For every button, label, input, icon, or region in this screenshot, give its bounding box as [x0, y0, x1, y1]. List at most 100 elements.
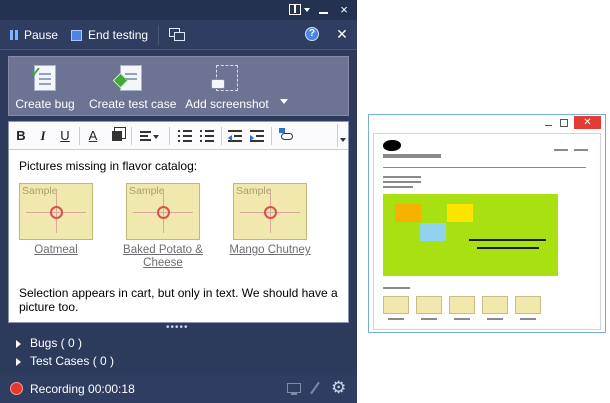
- hyperlink-button[interactable]: [279, 127, 295, 145]
- switch-windows-button[interactable]: [169, 25, 187, 45]
- hero-banner: [383, 194, 558, 276]
- decrease-indent-button[interactable]: [227, 127, 243, 145]
- expand-arrow-icon: [16, 340, 21, 348]
- notes-editor[interactable]: B I U A Pictures missing in flavor catal…: [8, 121, 349, 323]
- flavor-link-baked-potato[interactable]: Baked Potato & Cheese: [108, 244, 218, 270]
- numbered-list-button[interactable]: [199, 127, 215, 145]
- align-left-icon: [140, 131, 151, 143]
- placeholder-line: [383, 287, 410, 289]
- recording-indicator-icon: [10, 382, 23, 395]
- indent-icon: [250, 130, 264, 145]
- bugs-section-toggle[interactable]: Bugs ( 0 ): [16, 336, 82, 350]
- monitor-icon[interactable]: [287, 383, 301, 395]
- underline-button[interactable]: U: [57, 127, 73, 145]
- bug-report-icon: ✓: [30, 64, 56, 91]
- flavor-link-oatmeal[interactable]: Oatmeal: [1, 244, 111, 257]
- gear-icon[interactable]: ⚙: [331, 378, 346, 398]
- product-caption: [487, 318, 503, 320]
- toolbar-divider: [79, 127, 80, 145]
- chevron-down-icon: [304, 8, 310, 12]
- help-button[interactable]: ?: [305, 27, 319, 41]
- placeholder-line: [383, 181, 421, 183]
- thumbnail-caption: Sample: [129, 185, 165, 197]
- screenshot-icon: [211, 65, 238, 91]
- bugs-section-label: Bugs ( 0 ): [30, 336, 83, 350]
- stop-icon: [71, 30, 82, 41]
- create-test-case-button[interactable]: Create test case: [89, 61, 177, 115]
- italic-button[interactable]: I: [35, 127, 51, 145]
- toolbar-overflow-button[interactable]: [337, 124, 347, 147]
- bulleted-list-button[interactable]: [177, 127, 193, 145]
- nav-placeholder: [554, 149, 568, 151]
- window-close-button[interactable]: ×: [336, 2, 352, 18]
- product-caption: [421, 318, 437, 320]
- window-icon: [174, 32, 185, 41]
- toolbar-divider: [158, 25, 159, 45]
- toolbar-divider: [169, 127, 170, 145]
- end-testing-label: End testing: [88, 28, 149, 42]
- chevron-down-icon: [153, 135, 159, 139]
- crosshair-icon: [157, 206, 170, 219]
- highlight-button[interactable]: [109, 127, 125, 145]
- recording-status-text: Recording 00:00:18: [30, 382, 135, 396]
- placeholder-line: [383, 186, 413, 188]
- highlight-icon: [112, 131, 122, 141]
- thumbnail-mango-chutney: Sample: [233, 183, 307, 240]
- product-caption: [388, 318, 404, 320]
- thumbnail-caption: Sample: [22, 185, 58, 197]
- hero-tile: [447, 204, 473, 222]
- thumbnail-caption: Sample: [236, 185, 272, 197]
- thumbnail-oatmeal: Sample: [19, 183, 93, 240]
- hero-text-line: [477, 247, 539, 249]
- font-color-button[interactable]: A: [85, 127, 101, 145]
- toolbar-divider: [271, 127, 272, 145]
- hero-text-line: [469, 239, 546, 241]
- product-tile: [383, 296, 409, 314]
- dock-layout-button[interactable]: [287, 2, 311, 18]
- end-testing-button[interactable]: End testing: [71, 26, 148, 44]
- toolbar-divider: [131, 127, 132, 145]
- bullet-list-icon: [178, 130, 192, 145]
- toolbar-divider: [221, 127, 222, 145]
- product-caption: [454, 318, 470, 320]
- crosshair-icon: [264, 206, 277, 219]
- add-screenshot-button[interactable]: Add screenshot: [185, 61, 269, 115]
- create-bug-button[interactable]: ✓ Create bug: [13, 61, 77, 115]
- numbered-list-icon: [200, 130, 214, 145]
- notes-body-text: Selection appears in cart, but only in t…: [19, 286, 338, 314]
- test-cases-section-toggle[interactable]: Test Cases ( 0 ): [16, 354, 114, 368]
- product-caption: [520, 318, 536, 320]
- close-icon: ✕: [574, 116, 601, 129]
- outdent-icon: [228, 130, 242, 145]
- close-button[interactable]: ✕: [334, 26, 350, 42]
- site-logo: [383, 140, 401, 151]
- browser-window-mockup: ✕: [368, 114, 606, 333]
- thumbnail-baked-potato: Sample: [126, 183, 200, 240]
- hero-tile: [395, 204, 421, 222]
- microphone-icon[interactable]: [309, 381, 321, 397]
- create-test-case-label: Create test case: [89, 97, 177, 111]
- minimize-icon: [545, 119, 553, 127]
- header-divider: [383, 167, 586, 168]
- maximize-icon: [560, 119, 568, 127]
- placeholder-line: [383, 176, 421, 178]
- browser-title-bar: ✕: [369, 115, 605, 132]
- align-button[interactable]: [137, 127, 159, 145]
- dock-layout-icon: [289, 4, 301, 15]
- resize-grip[interactable]: •••••: [166, 323, 190, 333]
- increase-indent-button[interactable]: [249, 127, 265, 145]
- window-title-bar: ×: [0, 0, 357, 20]
- bold-button[interactable]: B: [13, 127, 29, 145]
- notes-heading: Pictures missing in flavor catalog:: [19, 159, 198, 173]
- flavor-link-mango-chutney[interactable]: Mango Chutney: [215, 244, 325, 257]
- web-page-wireframe: [373, 133, 601, 330]
- product-tile: [515, 296, 541, 314]
- hero-tile: [420, 223, 446, 241]
- status-bar: Recording 00:00:18 ⚙: [0, 375, 357, 403]
- pause-button[interactable]: Pause: [10, 26, 58, 44]
- screenshot-options-dropdown[interactable]: [280, 99, 288, 104]
- test-runner-panel: × Pause End testing ? ✕ ✓ Create bug Cre…: [0, 0, 357, 403]
- minimize-button[interactable]: [317, 2, 331, 18]
- green-gem-icon: [112, 72, 129, 89]
- add-screenshot-label: Add screenshot: [185, 97, 269, 111]
